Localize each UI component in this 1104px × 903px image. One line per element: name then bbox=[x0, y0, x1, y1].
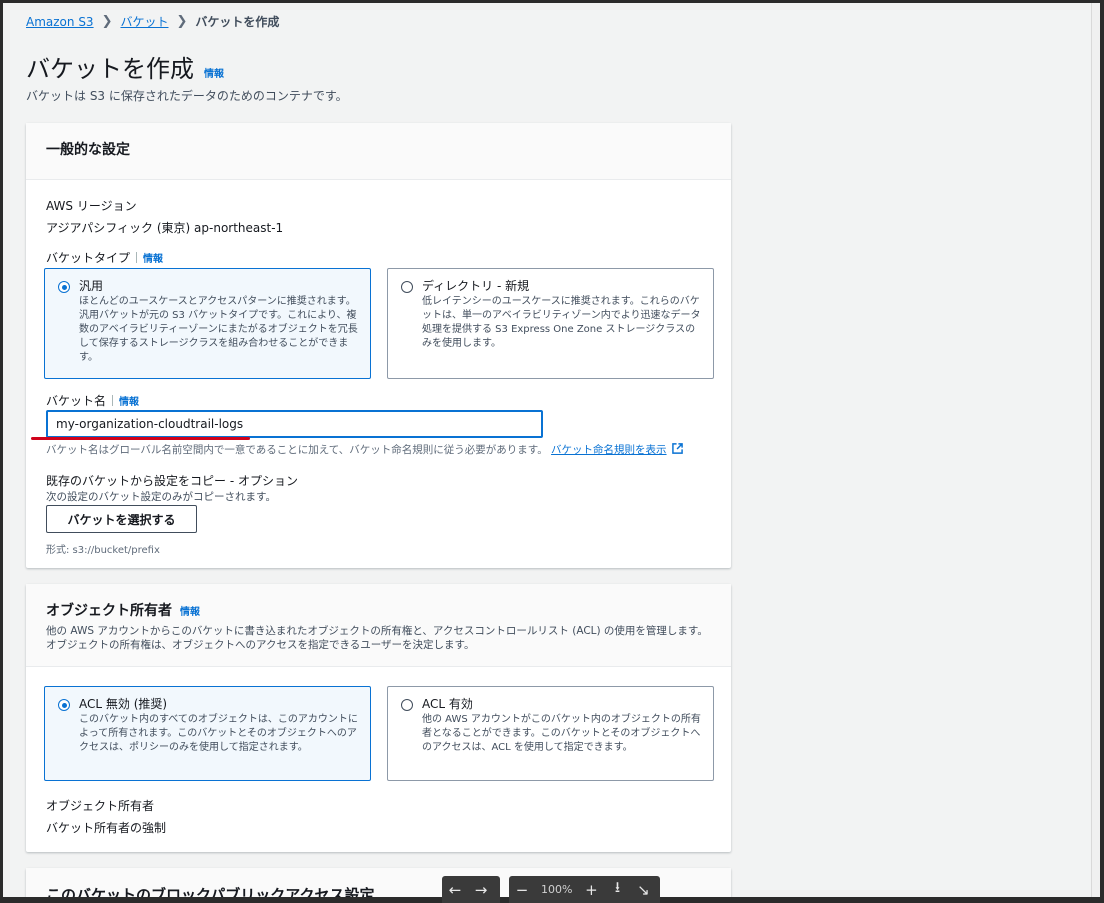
zoom-level: 100% bbox=[541, 883, 573, 896]
page-scrollbar[interactable] bbox=[1091, 3, 1100, 897]
bucket-type-label-row: バケットタイプ 情報 bbox=[46, 249, 163, 266]
bucket-type-general-title: 汎用 bbox=[79, 279, 104, 293]
breadcrumb-amazon-s3[interactable]: Amazon S3 bbox=[26, 15, 94, 29]
copy-settings-hint: 次の設定のバケット設定のみがコピーされます。 bbox=[46, 491, 276, 503]
zoom-in-icon[interactable]: + bbox=[578, 881, 604, 899]
page-title: バケットを作成 情報 bbox=[26, 49, 224, 84]
arrow-left-icon[interactable]: ← bbox=[442, 881, 468, 899]
naming-rules-link[interactable]: バケット命名規則を表示 bbox=[551, 444, 667, 456]
bucket-type-info-link[interactable]: 情報 bbox=[143, 250, 163, 265]
general-settings-header: 一般的な設定 bbox=[26, 123, 731, 180]
divider bbox=[112, 395, 114, 406]
acl-disabled-tile[interactable]: ACL 無効 (推奨) このバケット内のすべてのオブジェクトは、このアカウントに… bbox=[44, 686, 371, 781]
bucket-type-directory-tile[interactable]: ディレクトリ - 新規 低レイテンシーのユースケースに推奨されます。これらのバケ… bbox=[387, 268, 714, 379]
chevron-right-icon: ❯ bbox=[101, 14, 113, 29]
acl-disabled-title: ACL 無効 (推奨) bbox=[79, 697, 168, 711]
choose-bucket-button[interactable]: バケットを選択する bbox=[46, 505, 197, 533]
download-icon[interactable]: ⭳ bbox=[604, 877, 630, 902]
browser-viewport: Amazon S3 ❯ バケット ❯ バケットを作成 バケットを作成 情報 バケ… bbox=[3, 3, 1100, 897]
red-annotation-underline bbox=[31, 437, 250, 440]
format-hint: 形式: s3://bucket/prefix bbox=[46, 545, 160, 556]
bucket-type-directory-title: ディレクトリ - 新規 bbox=[422, 279, 530, 293]
bucket-name-label: バケット名 bbox=[46, 394, 107, 408]
object-ownership-title-row: オブジェクト所有者 情報 bbox=[46, 600, 711, 620]
breadcrumb-current: バケットを作成 bbox=[195, 15, 280, 29]
bucket-name-info-link[interactable]: 情報 bbox=[119, 393, 139, 408]
arrow-right-icon[interactable]: → bbox=[468, 881, 494, 899]
object-ownership-panel: オブジェクト所有者 情報 他の AWS アカウントからこのバケットに書き込まれた… bbox=[26, 584, 731, 852]
page-info-link[interactable]: 情報 bbox=[204, 65, 224, 80]
radio-selected-icon[interactable] bbox=[58, 281, 70, 293]
radio-selected-icon[interactable] bbox=[58, 699, 70, 711]
bucket-name-label-row: バケット名 情報 bbox=[46, 392, 139, 409]
radio-unselected-icon[interactable] bbox=[401, 699, 413, 711]
object-ownership-desc: 他の AWS アカウントからこのバケットに書き込まれたオブジェクトの所有権と、ア… bbox=[46, 625, 708, 651]
bucket-type-general-desc: ほとんどのユースケースとアクセスパターンに推奨されます。汎用バケットが元の S3… bbox=[79, 296, 358, 363]
bucket-name-hint: バケット名はグローバル名前空間内で一意であることに加えて、バケット命名規則に従う… bbox=[46, 442, 683, 457]
acl-enabled-title: ACL 有効 bbox=[422, 697, 473, 711]
object-ownership-header: オブジェクト所有者 情報 他の AWS アカウントからこのバケットに書き込まれた… bbox=[26, 584, 731, 667]
object-owner-label: オブジェクト所有者 bbox=[46, 799, 155, 813]
zoom-out-icon[interactable]: − bbox=[509, 881, 535, 899]
radio-unselected-icon[interactable] bbox=[401, 281, 413, 293]
page-title-text: バケットを作成 bbox=[26, 55, 194, 83]
object-ownership-title: オブジェクト所有者 bbox=[46, 603, 172, 619]
object-ownership-info-link[interactable]: 情報 bbox=[180, 603, 200, 618]
collapse-icon[interactable]: ↘ bbox=[630, 881, 656, 899]
bucket-type-general-tile[interactable]: 汎用 ほとんどのユースケースとアクセスパターンに推奨されます。汎用バケットが元の… bbox=[44, 268, 371, 379]
viewer-nav-toolbar: ← → bbox=[442, 876, 500, 903]
bucket-type-directory-desc: 低レイテンシーのユースケースに推奨されます。これらのバケットは、単一のアベイラビ… bbox=[422, 296, 701, 349]
acl-enabled-desc: 他の AWS アカウントがこのバケット内のオブジェクトの所有者となることができま… bbox=[422, 714, 701, 753]
object-owner-value: バケット所有者の強制 bbox=[46, 821, 167, 835]
general-settings-panel: 一般的な設定 AWS リージョン アジアパシフィック (東京) ap-north… bbox=[26, 123, 731, 568]
region-label: AWS リージョン bbox=[46, 199, 137, 213]
bucket-type-label: バケットタイプ bbox=[46, 251, 131, 265]
region-value: アジアパシフィック (東京) ap-northeast-1 bbox=[46, 221, 284, 235]
breadcrumb-buckets[interactable]: バケット bbox=[120, 13, 168, 30]
general-settings-title: 一般的な設定 bbox=[46, 142, 130, 158]
breadcrumb: Amazon S3 ❯ バケット ❯ バケットを作成 bbox=[26, 13, 279, 30]
external-link-icon[interactable] bbox=[672, 443, 683, 454]
chevron-right-icon: ❯ bbox=[176, 14, 188, 29]
viewer-zoom-toolbar: − 100% + ⭳ ↘ bbox=[509, 876, 660, 903]
bucket-name-hint-text: バケット名はグローバル名前空間内で一意であることに加えて、バケット命名規則に従う… bbox=[46, 444, 548, 456]
acl-disabled-desc: このバケット内のすべてのオブジェクトは、このアカウントによって所有されます。この… bbox=[79, 714, 358, 753]
acl-enabled-tile[interactable]: ACL 有効 他の AWS アカウントがこのバケット内のオブジェクトの所有者とな… bbox=[387, 686, 714, 781]
copy-settings-label: 既存のバケットから設定をコピー - オプション bbox=[46, 474, 298, 488]
page-description: バケットは S3 に保存されたデータのためのコンテナです。 bbox=[26, 89, 348, 103]
bucket-name-input[interactable] bbox=[46, 410, 543, 438]
divider bbox=[136, 252, 138, 263]
